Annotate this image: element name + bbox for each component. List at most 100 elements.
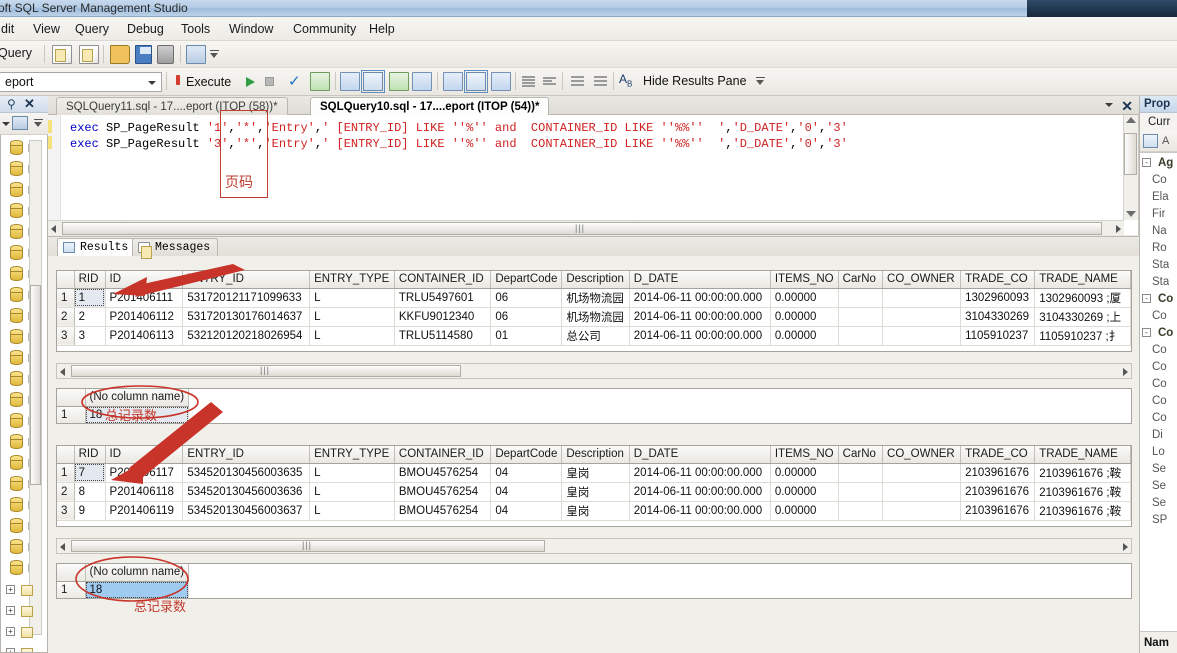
scroll-right-icon[interactable] <box>1116 225 1121 233</box>
table-cell[interactable]: 04 <box>490 463 563 483</box>
row-number-cell[interactable]: 1 <box>57 463 75 483</box>
properties-list[interactable]: - Ag Co Ela Fir Na Ro Sta Sta - Co Co - Co Co Co Co Co Co D… <box>1140 152 1177 652</box>
execute-button[interactable]: Execute <box>186 72 231 92</box>
table-cell[interactable]: 1302960093 <box>960 288 1036 308</box>
table-cell[interactable] <box>838 307 884 327</box>
column-header[interactable]: Description <box>561 271 630 289</box>
menu-item-dit[interactable]: dit <box>0 20 19 38</box>
print-icon[interactable] <box>157 45 174 64</box>
row-number-cell[interactable]: 3 <box>57 326 75 346</box>
comment-icon[interactable] <box>519 72 539 91</box>
database-icon[interactable] <box>10 287 23 302</box>
row-number-cell[interactable]: 1 <box>57 581 86 598</box>
column-header[interactable]: ENTRY_ID <box>182 446 311 464</box>
database-icon[interactable] <box>10 161 23 176</box>
table-cell[interactable] <box>882 326 962 346</box>
scroll-left-icon[interactable] <box>51 225 56 233</box>
database-icon[interactable] <box>10 245 23 260</box>
table-cell[interactable]: 534520130456003637 <box>182 501 311 521</box>
table-row[interactable]: 1 18 <box>57 406 190 423</box>
table-cell[interactable]: P201406117 <box>105 463 184 483</box>
table-cell[interactable]: 皇岗 <box>561 463 630 483</box>
table-cell[interactable]: 机场物流园 <box>561 307 630 327</box>
properties-row[interactable]: Se <box>1140 461 1166 477</box>
database-icon[interactable] <box>10 392 23 407</box>
tree-expand-icon[interactable]: + <box>6 648 15 652</box>
table-cell[interactable]: 3104330269 <box>960 307 1036 327</box>
table-cell[interactable]: 2 <box>74 307 106 327</box>
table-cell[interactable]: 534520130456003635 <box>182 463 311 483</box>
row-number-cell[interactable]: 1 <box>57 406 86 423</box>
column-header[interactable]: CONTAINER_ID <box>394 271 492 289</box>
table-cell[interactable]: 2103961676 <box>960 501 1036 521</box>
tab-list-chevron-icon[interactable] <box>1105 103 1113 107</box>
database-icon[interactable] <box>10 203 23 218</box>
tab-sqlquery11[interactable]: SQLQuery11.sql - 17....eport (ITOP (58))… <box>56 97 288 115</box>
menu-item-help[interactable]: Help <box>364 20 400 38</box>
table-cell[interactable]: 2103961676 <box>960 463 1036 483</box>
properties-row[interactable]: Ela <box>1140 189 1169 205</box>
scroll-right-icon[interactable] <box>1123 368 1128 376</box>
column-header[interactable]: TRADE_CO <box>960 271 1036 289</box>
table-cell[interactable]: 0.00000 <box>770 326 839 346</box>
database-icon[interactable] <box>10 371 23 386</box>
refresh-icon[interactable] <box>12 116 28 130</box>
row-number-header[interactable] <box>57 446 75 464</box>
object-explorer-tree[interactable]: +++++ <box>0 135 48 653</box>
table-cell[interactable]: 0.00000 <box>770 288 839 308</box>
column-header[interactable]: ENTRY_TYPE <box>309 446 395 464</box>
table-cell[interactable]: 2103961676 ;鞍 <box>1034 482 1131 502</box>
table-cell[interactable]: 7 <box>74 463 106 483</box>
table-cell[interactable]: 8 <box>74 482 106 502</box>
tree-expand-icon[interactable]: + <box>6 606 15 615</box>
table-cell[interactable]: 3 <box>74 326 106 346</box>
table-row[interactable]: 2 2 P201406112 531720130176014637 L KKFU90123… <box>57 307 1131 327</box>
properties-row[interactable]: Sta <box>1140 274 1169 290</box>
database-icon[interactable] <box>10 329 23 344</box>
properties-row[interactable]: Di <box>1140 427 1163 443</box>
database-icon[interactable] <box>10 350 23 365</box>
column-header[interactable]: ITEMS_NO <box>770 271 839 289</box>
database-icon[interactable] <box>10 140 23 155</box>
close-icon[interactable]: ✕ <box>24 96 35 112</box>
table-cell[interactable]: 531720121171099633 <box>182 288 311 308</box>
column-header[interactable]: RID <box>74 271 106 289</box>
table-row[interactable]: 3 3 P201406113 532120120218026954 L TRLU51145… <box>57 326 1131 346</box>
column-header[interactable]: CarNo <box>838 446 884 464</box>
database-icon[interactable] <box>10 560 23 575</box>
column-header[interactable]: (No column name) <box>85 389 190 407</box>
column-header[interactable]: CONTAINER_ID <box>394 446 492 464</box>
results-grid-4[interactable]: (No column name) 1 18 <box>56 563 1132 599</box>
properties-row[interactable]: Co <box>1140 393 1167 409</box>
row-number-cell[interactable]: 1 <box>57 288 75 308</box>
table-cell[interactable]: 04 <box>490 482 563 502</box>
table-cell[interactable]: 3104330269 ;上 <box>1034 307 1131 327</box>
tree-expand-icon[interactable]: + <box>6 627 15 636</box>
table-cell[interactable]: 532120120218026954 <box>182 326 311 346</box>
scroll-right-icon[interactable] <box>1123 543 1128 551</box>
display-estimated-plan-icon[interactable] <box>310 72 330 91</box>
table-cell[interactable]: 18 <box>85 581 190 598</box>
column-header[interactable]: CO_OWNER <box>882 446 962 464</box>
table-cell[interactable]: 0.00000 <box>770 307 839 327</box>
table-cell[interactable]: L <box>309 326 395 346</box>
table-cell[interactable]: 06 <box>490 288 563 308</box>
editor-horizontal-scrollbar[interactable]: ||| <box>48 220 1124 235</box>
properties-category[interactable]: Co <box>1140 291 1173 307</box>
table-cell[interactable]: 0.00000 <box>770 482 839 502</box>
editor-vscroll-thumb[interactable] <box>1124 133 1137 175</box>
sql-editor[interactable]: exec SP_PageResult '1','*','Entry',' [EN… <box>48 115 1139 235</box>
table-cell[interactable]: 04 <box>490 501 563 521</box>
row-number-cell[interactable]: 3 <box>57 501 75 521</box>
uncomment-icon[interactable] <box>540 72 560 91</box>
properties-row[interactable]: Sta <box>1140 257 1169 273</box>
database-icon[interactable] <box>10 518 23 533</box>
results-to-text-icon[interactable] <box>443 72 463 91</box>
object-explorer-scroll-thumb[interactable] <box>30 285 41 485</box>
outdent-icon[interactable] <box>591 72 611 91</box>
column-header[interactable]: TRADE_NAME <box>1034 446 1131 464</box>
table-cell[interactable]: BMOU4576254 <box>394 482 492 502</box>
tab-messages[interactable]: Messages <box>132 238 219 259</box>
scroll-up-icon[interactable] <box>1126 117 1136 123</box>
hide-results-pane-button[interactable]: Hide Results Pane <box>643 74 747 88</box>
